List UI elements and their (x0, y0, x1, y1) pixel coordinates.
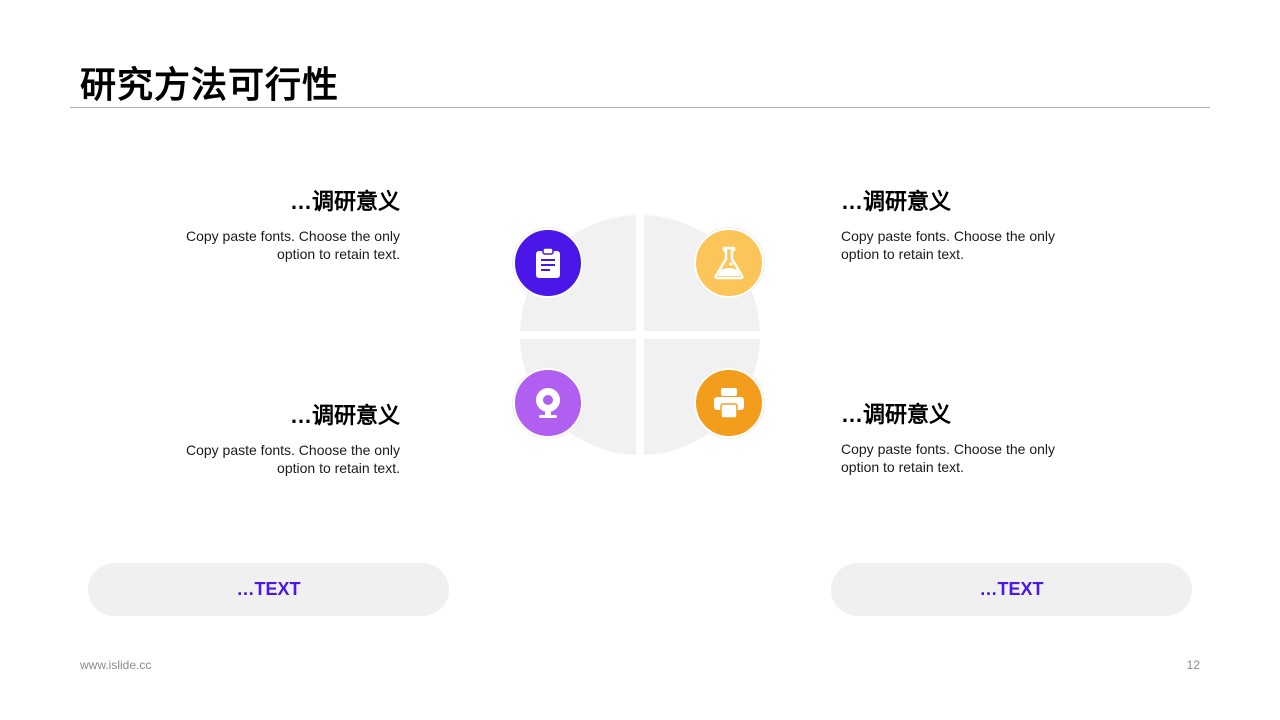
block-heading: …调研意义 (289, 189, 400, 214)
block-body: Copy paste fonts. Choose the only option… (841, 228, 1056, 262)
flask-icon (694, 228, 764, 298)
block-body: Copy paste fonts. Choose the only option… (185, 228, 400, 262)
block-heading: …调研意义 (289, 403, 400, 428)
pill-label: …TEXT (236, 579, 301, 599)
page-number: 12 (1186, 658, 1200, 672)
text-block-bottom-right: …调研意义 Copy paste fonts. Choose the only … (841, 400, 1081, 476)
clipboard-icon (513, 228, 583, 298)
text-pill-right[interactable]: …TEXT (831, 563, 1192, 616)
printer-icon (694, 368, 764, 438)
slide: 研究方法可行性 …调研意义 Copy paste fonts. Choose t… (0, 0, 1280, 720)
quadrant-diagram (510, 214, 770, 456)
block-heading: …调研意义 (841, 402, 952, 427)
block-body: Copy paste fonts. Choose the only option… (185, 442, 400, 476)
footer-website: www.islide.cc (80, 658, 152, 672)
block-heading: …调研意义 (841, 189, 952, 214)
text-pill-left[interactable]: …TEXT (88, 563, 449, 616)
text-block-top-left: …调研意义 Copy paste fonts. Choose the only … (160, 187, 400, 263)
text-block-top-right: …调研意义 Copy paste fonts. Choose the only … (841, 187, 1081, 263)
text-block-bottom-left: …调研意义 Copy paste fonts. Choose the only … (160, 401, 400, 477)
pill-label: …TEXT (979, 579, 1044, 599)
webcam-icon (513, 368, 583, 438)
page-title: 研究方法可行性 (80, 64, 340, 105)
block-body: Copy paste fonts. Choose the only option… (841, 441, 1056, 475)
title-divider (70, 107, 1210, 108)
